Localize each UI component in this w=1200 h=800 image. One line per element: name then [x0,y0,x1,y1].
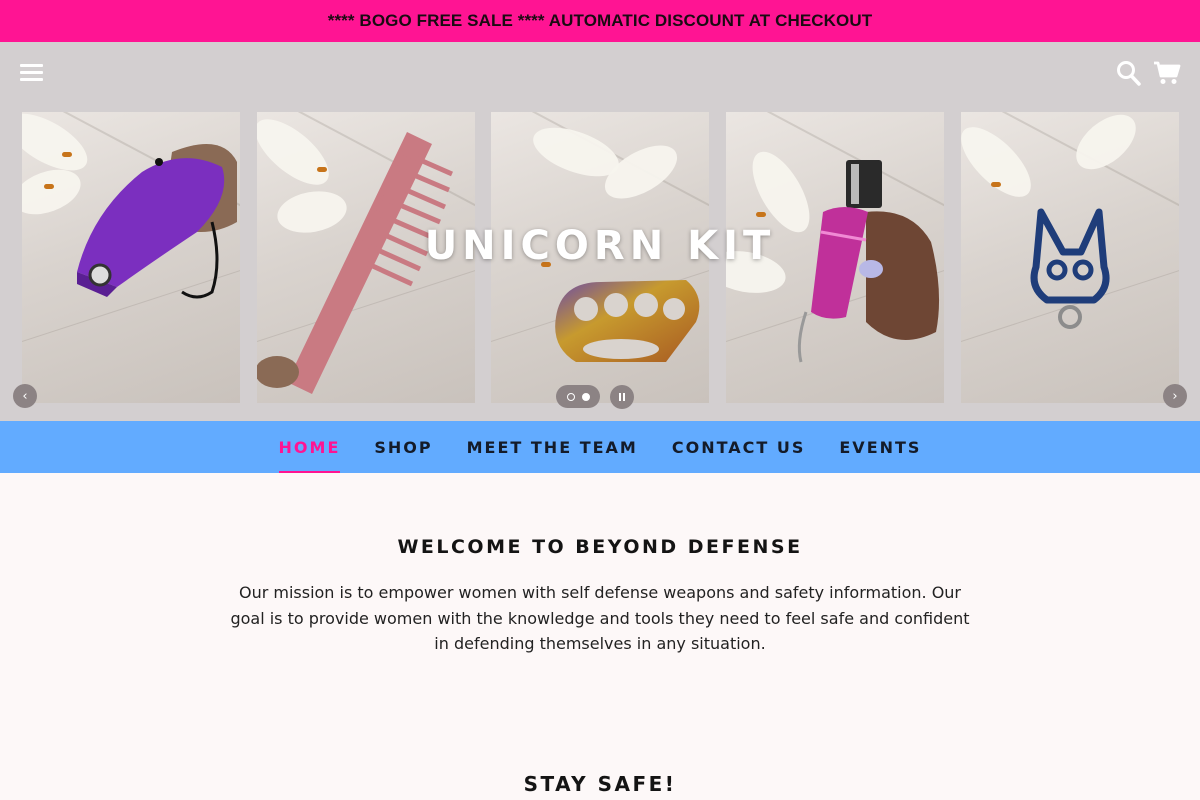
nav-item-home[interactable]: HOME [262,421,358,473]
chevron-left-icon[interactable]: ‹ [13,384,37,408]
welcome-heading: WELCOME TO BEYOND DEFENSE [397,536,803,558]
nav-item-events[interactable]: EVENTS [822,421,938,473]
nav-item-contact-us[interactable]: CONTACT US [655,421,823,473]
hero-slideshow: UNICORN KIT ‹ › [0,112,1200,421]
slide-dot-2[interactable] [581,392,590,401]
announcement-text: **** BOGO FREE SALE **** AUTOMATIC DISCO… [327,11,873,30]
main-nav: HOME SHOP MEET THE TEAM CONTACT US EVENT… [0,421,1200,473]
welcome-text: Our mission is to empower women with sel… [230,583,970,653]
hamburger-menu-icon[interactable] [20,64,44,82]
chevron-right-icon[interactable]: › [1163,384,1187,408]
nav-item-meet-the-team[interactable]: MEET THE TEAM [450,421,655,473]
slide-dots [556,385,600,408]
pause-icon[interactable] [610,385,634,409]
stay-safe-heading: STAY SAFE! [523,772,677,796]
slide-dot-1[interactable] [566,392,575,401]
search-icon[interactable] [1116,60,1142,88]
announcement-bar: **** BOGO FREE SALE **** AUTOMATIC DISCO… [0,0,1200,42]
nav-item-shop[interactable]: SHOP [357,421,449,473]
cart-icon[interactable] [1153,60,1181,86]
slide-title: UNICORN KIT [424,223,776,269]
site-header [0,42,1200,112]
